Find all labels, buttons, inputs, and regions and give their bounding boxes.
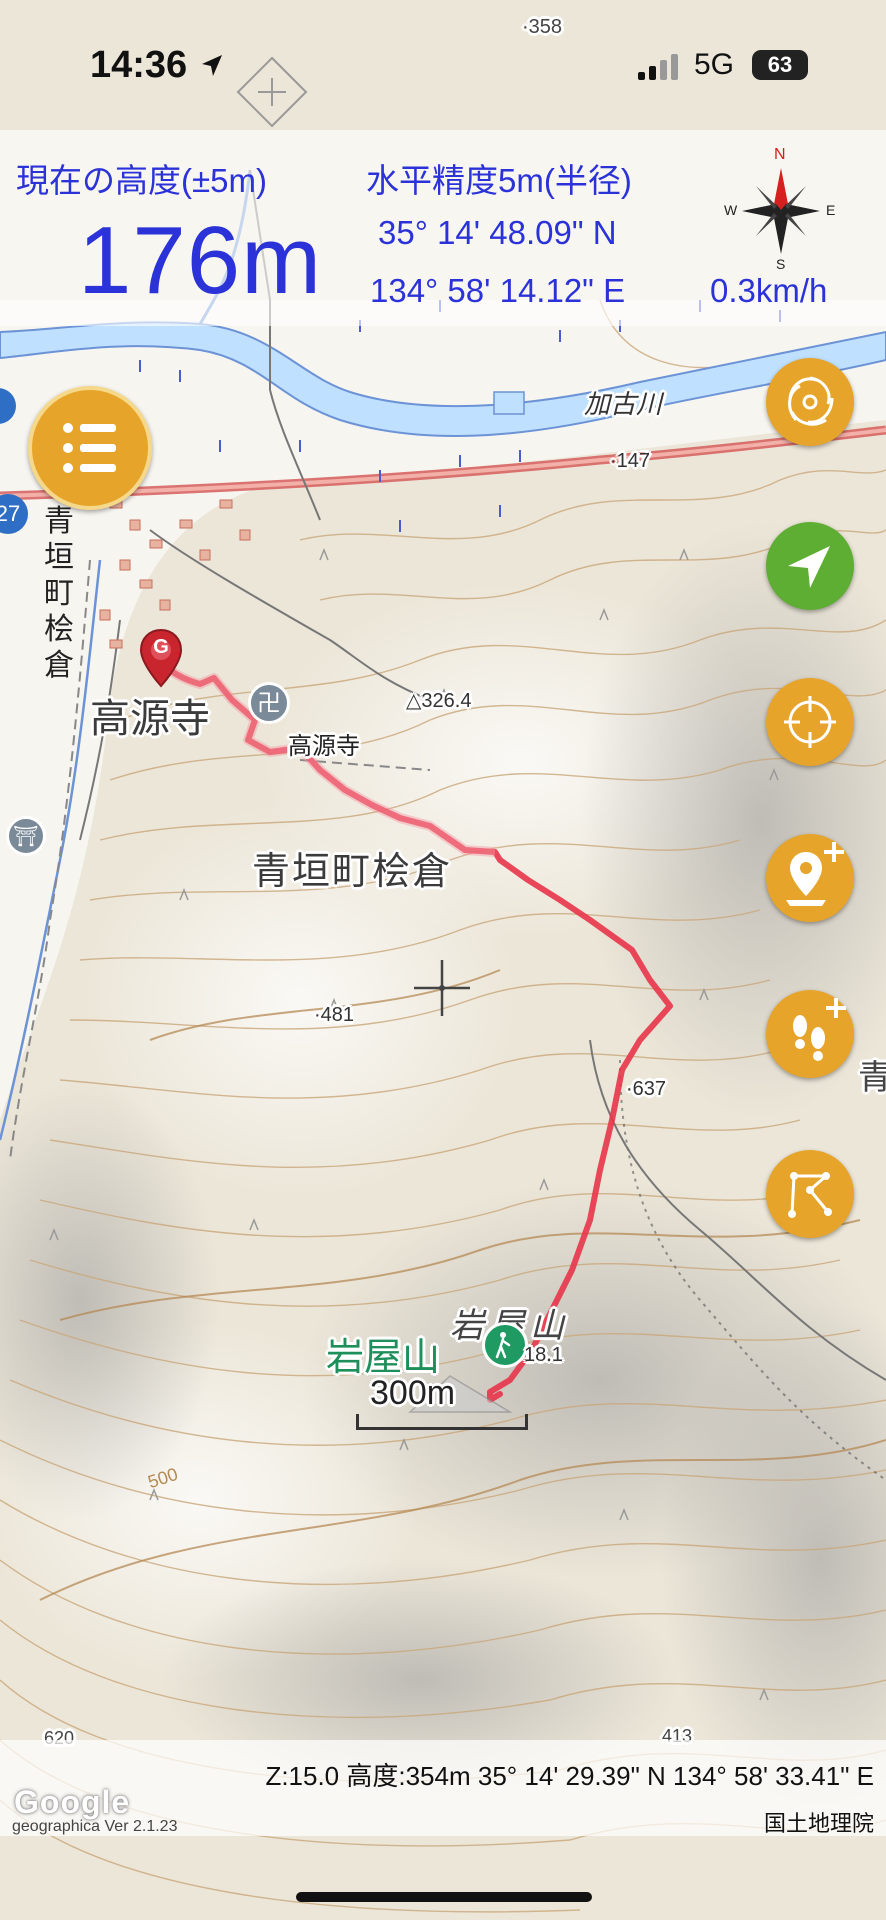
layers-button[interactable] xyxy=(766,358,854,446)
start-marker-label: G xyxy=(153,636,169,658)
map-label-area: 青垣町桧倉 xyxy=(252,851,453,893)
peak-poi-icon[interactable] xyxy=(482,1322,528,1368)
map-credit: 国土地理院 xyxy=(763,1811,874,1836)
temple-poi-icon[interactable]: 卍 xyxy=(248,682,290,724)
route-button[interactable] xyxy=(766,1150,854,1238)
menu-list-icon xyxy=(63,423,116,473)
map-center-info: Z:15.0 高度:354m 35° 14' 29.39" N 134° 58'… xyxy=(265,1761,874,1791)
footprint-add-icon xyxy=(793,998,846,1061)
status-time: 14:36 xyxy=(90,44,226,87)
navigation-arrow-icon xyxy=(788,546,830,588)
map-label-elev-637: ·637 xyxy=(626,1078,667,1100)
compass[interactable]: N S W E xyxy=(722,146,840,276)
location-arrow-icon xyxy=(201,55,222,76)
elev-147-value: 147 xyxy=(616,450,651,472)
map-label-elev-718: 18.1 xyxy=(524,1344,563,1366)
home-indicator[interactable] xyxy=(296,1892,592,1902)
elev-637-value: 637 xyxy=(632,1078,667,1100)
map-label-elev-481: ·481 xyxy=(314,1004,355,1026)
map-info-bar: Z:15.0 高度:354m 35° 14' 29.39" N 134° 58'… xyxy=(0,1740,886,1836)
map-label-area-vertical: 青垣町桧倉 xyxy=(44,505,74,682)
start-marker-pin[interactable]: G xyxy=(138,628,184,690)
map-label-edge: 青 xyxy=(858,1059,886,1097)
status-time-value: 14:36 xyxy=(90,44,188,86)
compass-west: W xyxy=(724,202,738,218)
crosshair-button[interactable] xyxy=(766,678,854,766)
map-label-temple-small: 高源寺 xyxy=(288,733,360,760)
compass-north: N xyxy=(774,146,786,163)
map-label-elev-326: △326.4 xyxy=(406,690,472,712)
speed-value: 0.3km/h xyxy=(710,272,828,309)
map-label-temple: 高源寺 xyxy=(90,697,210,741)
longitude-value: 134° 58' 14.12" E xyxy=(370,272,626,309)
spiral-icon xyxy=(788,376,834,426)
map-label-elev-147: ·147 xyxy=(610,450,651,472)
accuracy-label: 水平精度5m(半径) xyxy=(366,162,632,199)
altitude-value: 176m xyxy=(78,207,323,314)
latitude-value: 35° 14' 48.09" N xyxy=(378,214,617,251)
altitude-label: 現在の高度(±5m) xyxy=(16,162,267,199)
compass-east: E xyxy=(826,202,836,218)
compass-south: S xyxy=(776,256,786,272)
elev-481-value: 481 xyxy=(320,1004,355,1026)
shrine-poi-icon[interactable]: ⛩ xyxy=(6,816,46,856)
route-icon xyxy=(788,1172,832,1218)
elev-326-value: 326.4 xyxy=(421,690,472,712)
signal-bars-icon xyxy=(638,54,678,80)
scale-bar-label: 300m xyxy=(370,1374,456,1412)
hiker-icon xyxy=(495,1332,511,1359)
status-bar: 14:36 5G 63 xyxy=(0,0,886,130)
network-type: 5G xyxy=(694,48,735,81)
google-logo: Google xyxy=(14,1784,131,1820)
add-marker-button[interactable] xyxy=(766,834,854,922)
scale-bar: 300m xyxy=(356,1374,532,1442)
crosshair-icon xyxy=(784,696,836,748)
menu-button[interactable] xyxy=(28,386,152,510)
map-label-peak: 岩屋山 xyxy=(326,1337,441,1379)
start-track-button[interactable] xyxy=(766,990,854,1078)
map-label-river: 加古川 xyxy=(584,389,663,419)
app-version: geographica Ver 2.1.23 xyxy=(12,1818,178,1835)
current-location-button[interactable] xyxy=(766,522,854,610)
battery-indicator: 63 xyxy=(752,50,808,80)
add-pin-icon xyxy=(786,842,844,906)
scale-bar-line xyxy=(356,1414,528,1430)
